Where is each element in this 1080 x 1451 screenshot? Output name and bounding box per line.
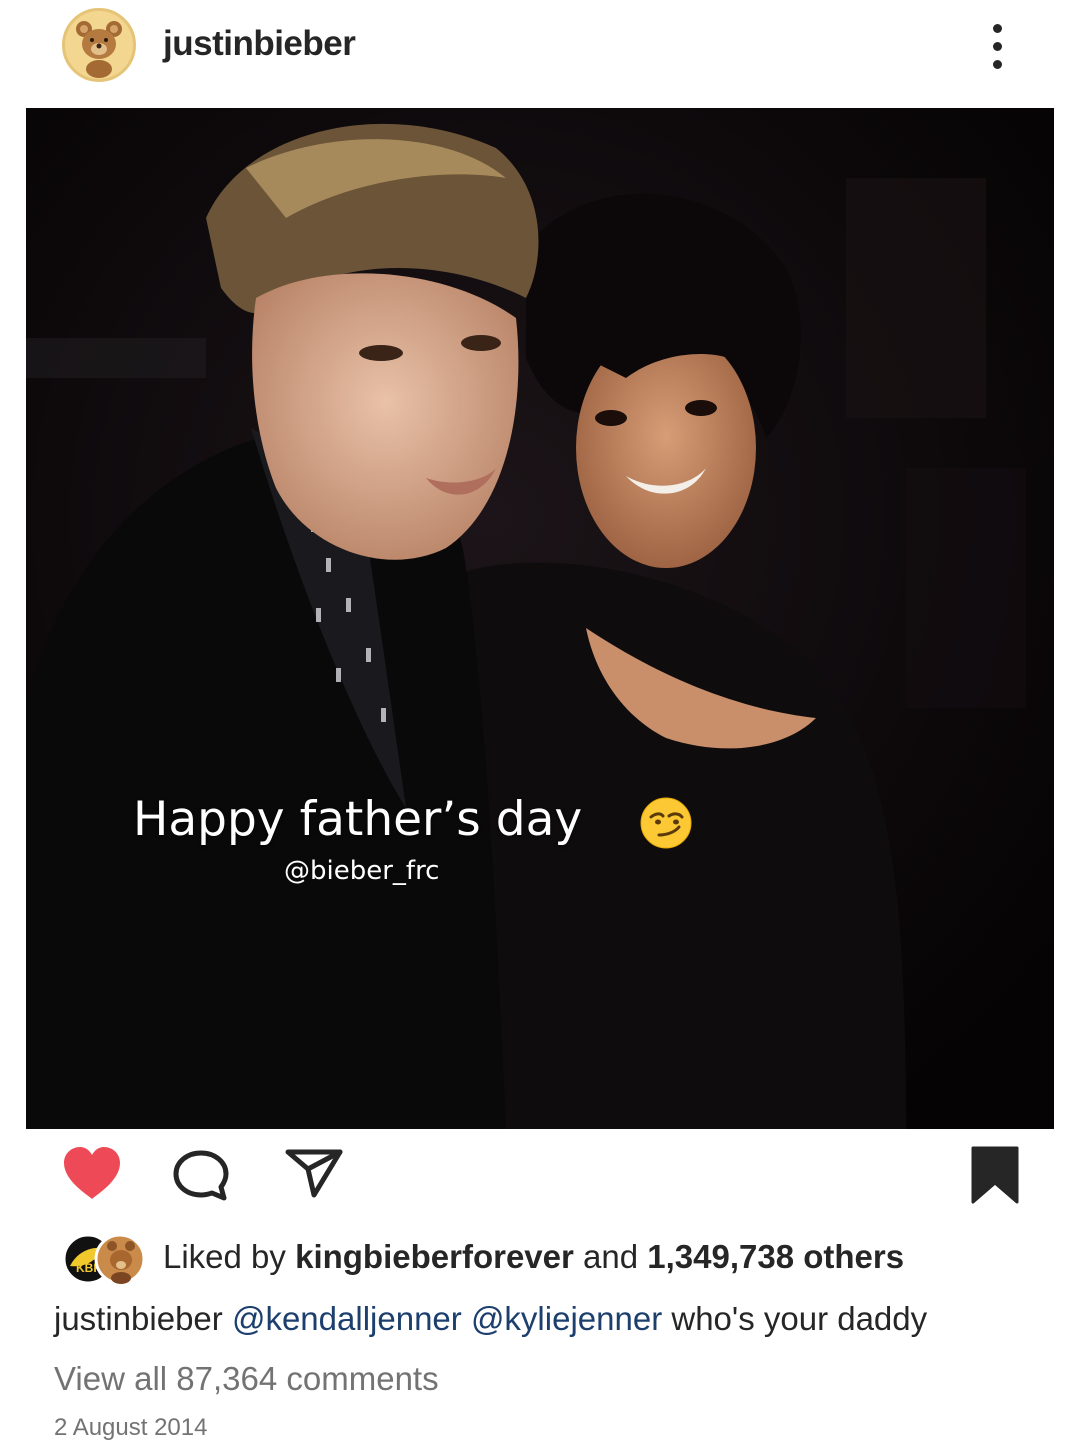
view-all-comments-link[interactable]: View all 87,364 comments xyxy=(54,1360,439,1398)
likes-count[interactable]: 1,349,738 others xyxy=(647,1238,904,1275)
post-header: justinbieber xyxy=(0,0,1080,100)
photo-credit: @bieber_frc xyxy=(284,856,440,886)
caption-text: who's your daddy xyxy=(671,1300,928,1337)
save-button[interactable] xyxy=(970,1145,1020,1205)
action-bar xyxy=(0,1135,1080,1215)
post-date: 2 August 2014 xyxy=(54,1414,208,1441)
liker-avatar-stack: KBF xyxy=(62,1233,146,1285)
bookmark-filled-icon xyxy=(971,1146,1019,1204)
comment-icon xyxy=(173,1150,229,1201)
caption-mention-kylie[interactable]: @kyliejenner xyxy=(471,1300,662,1337)
liker-avatars[interactable]: KBF xyxy=(58,1232,148,1286)
post-photo[interactable]: Happy father’s day @bieber_frc xyxy=(26,108,1054,1129)
photo-illustration xyxy=(26,108,1054,1129)
caption-username[interactable]: justinbieber xyxy=(54,1300,223,1337)
more-vertical-icon xyxy=(993,24,1002,33)
teddy-bear-icon xyxy=(65,11,133,79)
like-button[interactable] xyxy=(60,1145,124,1203)
likes-row: KBF Liked by kingbieberforever and 1,349… xyxy=(58,1232,1018,1286)
photo-overlay-text: Happy father’s day xyxy=(133,792,583,847)
smirk-emoji-icon xyxy=(640,797,692,849)
likes-prefix: Liked by xyxy=(163,1238,296,1275)
profile-avatar[interactable] xyxy=(62,8,136,82)
caption-mention-kendall[interactable]: @kendalljenner xyxy=(232,1300,462,1337)
likes-middle: and xyxy=(573,1238,648,1275)
header-username[interactable]: justinbieber xyxy=(163,24,356,64)
heart-filled-icon xyxy=(64,1147,120,1199)
caption: justinbieber @kendalljenner @kyliejenner… xyxy=(54,1300,927,1338)
share-button[interactable] xyxy=(284,1147,344,1199)
likes-text: Liked by kingbieberforever and 1,349,738… xyxy=(163,1238,904,1276)
send-icon xyxy=(285,1149,343,1198)
instagram-post: justinbieber Happy father’s day @bieber_… xyxy=(0,0,1080,1451)
more-options-button[interactable] xyxy=(980,18,1016,74)
comment-button[interactable] xyxy=(172,1149,230,1201)
liker-username[interactable]: kingbieberforever xyxy=(295,1238,574,1275)
